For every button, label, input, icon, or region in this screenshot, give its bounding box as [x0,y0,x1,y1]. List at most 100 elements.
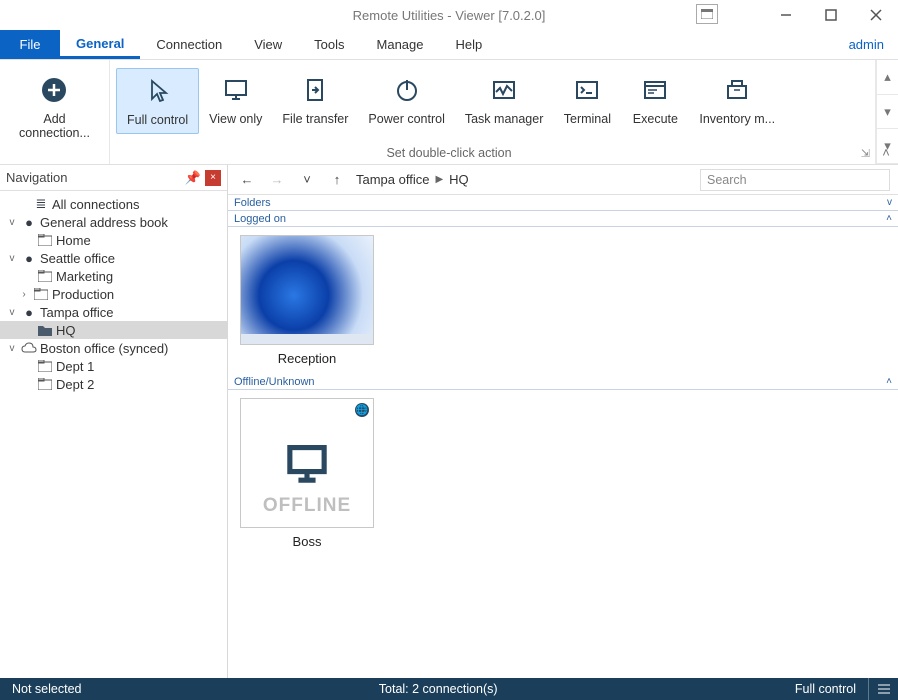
monitor-icon [220,74,252,106]
expander-icon[interactable]: v [4,307,20,318]
content-pane: ← → ˅ ↑ Tampa office ▶ HQ Search Folders… [228,165,898,678]
navigation-title: Navigation [6,170,67,185]
tree-marketing[interactable]: Marketing [0,267,227,285]
tree-general-book[interactable]: v ● General address book [0,213,227,231]
dot-icon: ● [20,215,38,230]
menu-bar: File General Connection View Tools Manag… [0,30,898,60]
nav-back-button[interactable]: ← [236,169,258,191]
chevron-up-icon: ˄ [886,376,892,387]
titlebar: Remote Utilities - Viewer [7.0.2.0] [0,0,898,30]
nav-up-button[interactable]: ↑ [326,169,348,191]
group-offline-header[interactable]: Offline/Unknown˄ [228,374,898,390]
power-control-button[interactable]: Power control [358,68,454,132]
group-folders-header[interactable]: Foldersv [228,195,898,211]
terminal-button[interactable]: Terminal [553,68,621,132]
close-button[interactable] [853,0,898,30]
tab-tools[interactable]: Tools [298,30,360,59]
tree-production[interactable]: › Production [0,285,227,303]
execute-button[interactable]: Execute [621,68,689,132]
globe-icon: 🌐 [355,403,369,417]
inventory-button[interactable]: Inventory m... [689,68,785,132]
expander-icon[interactable]: v [4,253,20,264]
breadcrumb[interactable]: Tampa office ▶ HQ [356,172,469,187]
power-icon [391,74,423,106]
pin-icon[interactable]: 📌 [185,170,201,186]
terminal-icon [571,74,603,106]
tree-seattle[interactable]: v ● Seattle office [0,249,227,267]
file-transfer-button[interactable]: File transfer [272,68,358,132]
main-area: Navigation 📌 × v ≣ All connections v ● G… [0,165,898,678]
tree-tampa[interactable]: v ● Tampa office [0,303,227,321]
maximize-button[interactable] [808,0,853,30]
full-control-button[interactable]: Full control [116,68,199,134]
tree-all-connections[interactable]: v ≣ All connections [0,195,227,213]
monitor-icon [283,439,331,487]
tab-connection[interactable]: Connection [140,30,238,59]
add-connection-label1: Add [43,112,65,126]
file-menu[interactable]: File [0,30,60,59]
folder-icon [36,360,54,372]
tree-home[interactable]: Home [0,231,227,249]
tree-boston[interactable]: v Boston office (synced) [0,339,227,357]
chevron-up-icon: ˄ [886,213,892,224]
group-loggedon-body: Reception [228,227,898,374]
folder-icon [36,234,54,246]
add-connection-label2: connection... [19,126,90,140]
folder-icon [32,288,50,300]
file-arrow-icon [299,74,331,106]
ribbon-scroll-up[interactable]: ▴ [877,60,898,95]
ribbon-caption: Set double-click action [0,146,898,160]
connection-label: Reception [278,351,337,366]
window-title: Remote Utilities - Viewer [7.0.2.0] [353,8,546,23]
status-selection: Not selected [0,682,93,696]
taskbar-preview [241,334,373,344]
expander-icon[interactable]: v [4,217,20,228]
tab-manage[interactable]: Manage [361,30,440,59]
folder-open-icon [36,324,54,336]
view-only-button[interactable]: View only [199,68,272,132]
nav-recent-button[interactable]: ˅ [296,169,318,191]
address-book-tree: v ≣ All connections v ● General address … [0,191,227,678]
folder-icon [36,270,54,282]
tab-general[interactable]: General [60,30,140,59]
tree-hq[interactable]: HQ [0,321,227,339]
breadcrumb-item[interactable]: HQ [449,172,469,187]
tree-dept1[interactable]: Dept 1 [0,357,227,375]
breadcrumb-item[interactable]: Tampa office [356,172,429,187]
chevron-down-icon: v [887,197,892,208]
ribbon-launcher-icon[interactable]: ⇲ [861,147,870,160]
group-offline-body: 🌐 OFFLINE Boss [228,390,898,557]
connection-card-reception[interactable]: Reception [236,235,378,366]
navigation-header: Navigation 📌 × [0,165,227,191]
tab-help[interactable]: Help [440,30,499,59]
connection-card-boss[interactable]: 🌐 OFFLINE Boss [236,398,378,549]
add-connection-button[interactable]: Add connection... [9,68,100,146]
ribbon-scroll-down[interactable]: ▾ [877,95,898,130]
nav-close-button[interactable]: × [205,170,221,186]
dot-icon: ● [20,305,38,320]
expander-icon[interactable]: › [16,289,32,300]
inventory-icon [721,74,753,106]
activity-icon [488,74,520,106]
connection-thumbnail [240,235,374,345]
list-icon: ≣ [32,196,50,212]
dot-icon: ● [20,251,38,266]
connection-label: Boss [293,534,322,549]
nav-forward-button[interactable]: → [266,169,288,191]
minimize-button[interactable] [763,0,808,30]
status-total: Total: 2 connection(s) [367,682,510,696]
ribbon-collapse-icon[interactable]: ˄ [878,144,894,160]
status-menu-button[interactable] [868,678,898,700]
status-mode: Full control [783,682,868,696]
task-manager-button[interactable]: Task manager [455,68,554,132]
window-run-icon [639,74,671,106]
search-input[interactable]: Search [700,169,890,191]
expander-icon[interactable]: v [4,343,20,354]
titlebar-aux-button[interactable] [696,4,718,24]
navigation-pane: Navigation 📌 × v ≣ All connections v ● G… [0,165,228,678]
group-loggedon-header[interactable]: Logged on˄ [228,211,898,227]
user-label[interactable]: admin [835,30,898,59]
chevron-right-icon: ▶ [435,174,443,185]
tab-view[interactable]: View [238,30,298,59]
tree-dept2[interactable]: Dept 2 [0,375,227,393]
